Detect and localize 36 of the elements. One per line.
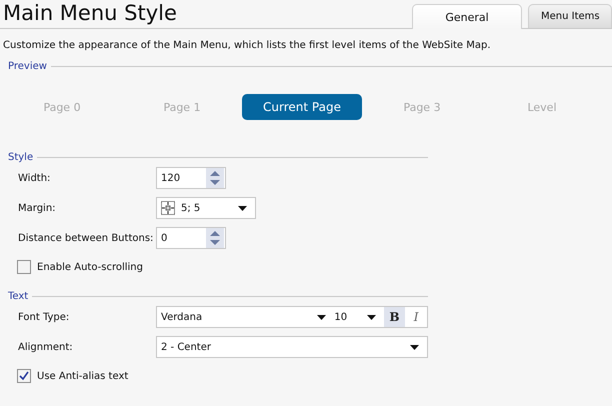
checkbox[interactable] [17,260,31,274]
font-size-dropdown[interactable]: 10 [334,307,384,327]
section-heading: Preview [8,61,47,72]
page-title: Main Menu Style [2,1,177,27]
field-label: Font Type: [18,312,70,322]
bold-button[interactable]: B [384,307,406,327]
field-label: Distance between Buttons: [18,232,154,244]
dropdown-caret-icon[interactable] [366,314,376,320]
distance-spin-field[interactable]: 0 [156,227,226,249]
checkbox-label: Enable Auto-scrolling [37,262,143,272]
spinner-arrows-icon[interactable] [206,168,224,188]
menu-preview-item: Level [526,100,558,116]
menu-preview-item: Page 3 [402,100,442,116]
section-heading: Style [8,152,34,163]
field-label: Width: [18,172,52,184]
tab[interactable]: General [412,4,522,29]
section-heading: Text [8,291,28,302]
margin-icon [161,201,175,215]
width-spin-field[interactable]: 120 [156,167,226,189]
menu-preview-item: Page 1 [162,100,202,116]
dropdown-caret-icon[interactable] [317,314,326,320]
margin-dropdown[interactable]: 5; 5 [156,197,256,219]
tab[interactable]: Menu Items [528,4,612,28]
menu-preview-item: Current Page [242,94,362,120]
checkbox[interactable] [17,369,31,383]
dropdown-caret-icon[interactable] [238,206,247,210]
alignment-dropdown[interactable]: 2 - Center [156,336,428,358]
menu-preview-item: Page 0 [42,100,82,116]
field-label: Alignment: [18,342,74,352]
italic-button[interactable]: I [405,307,427,327]
font-dropdown[interactable]: Verdana [157,307,334,327]
field-label: Margin: [18,202,57,214]
description-text: Customize the appearance of the Main Menu, which lists the first level items of the WebSite Map. [2,39,492,51]
checkbox-label: Use Anti-alias text [37,370,128,382]
spinner-arrows-icon[interactable] [206,228,224,248]
dropdown-caret-icon[interactable] [410,344,419,350]
